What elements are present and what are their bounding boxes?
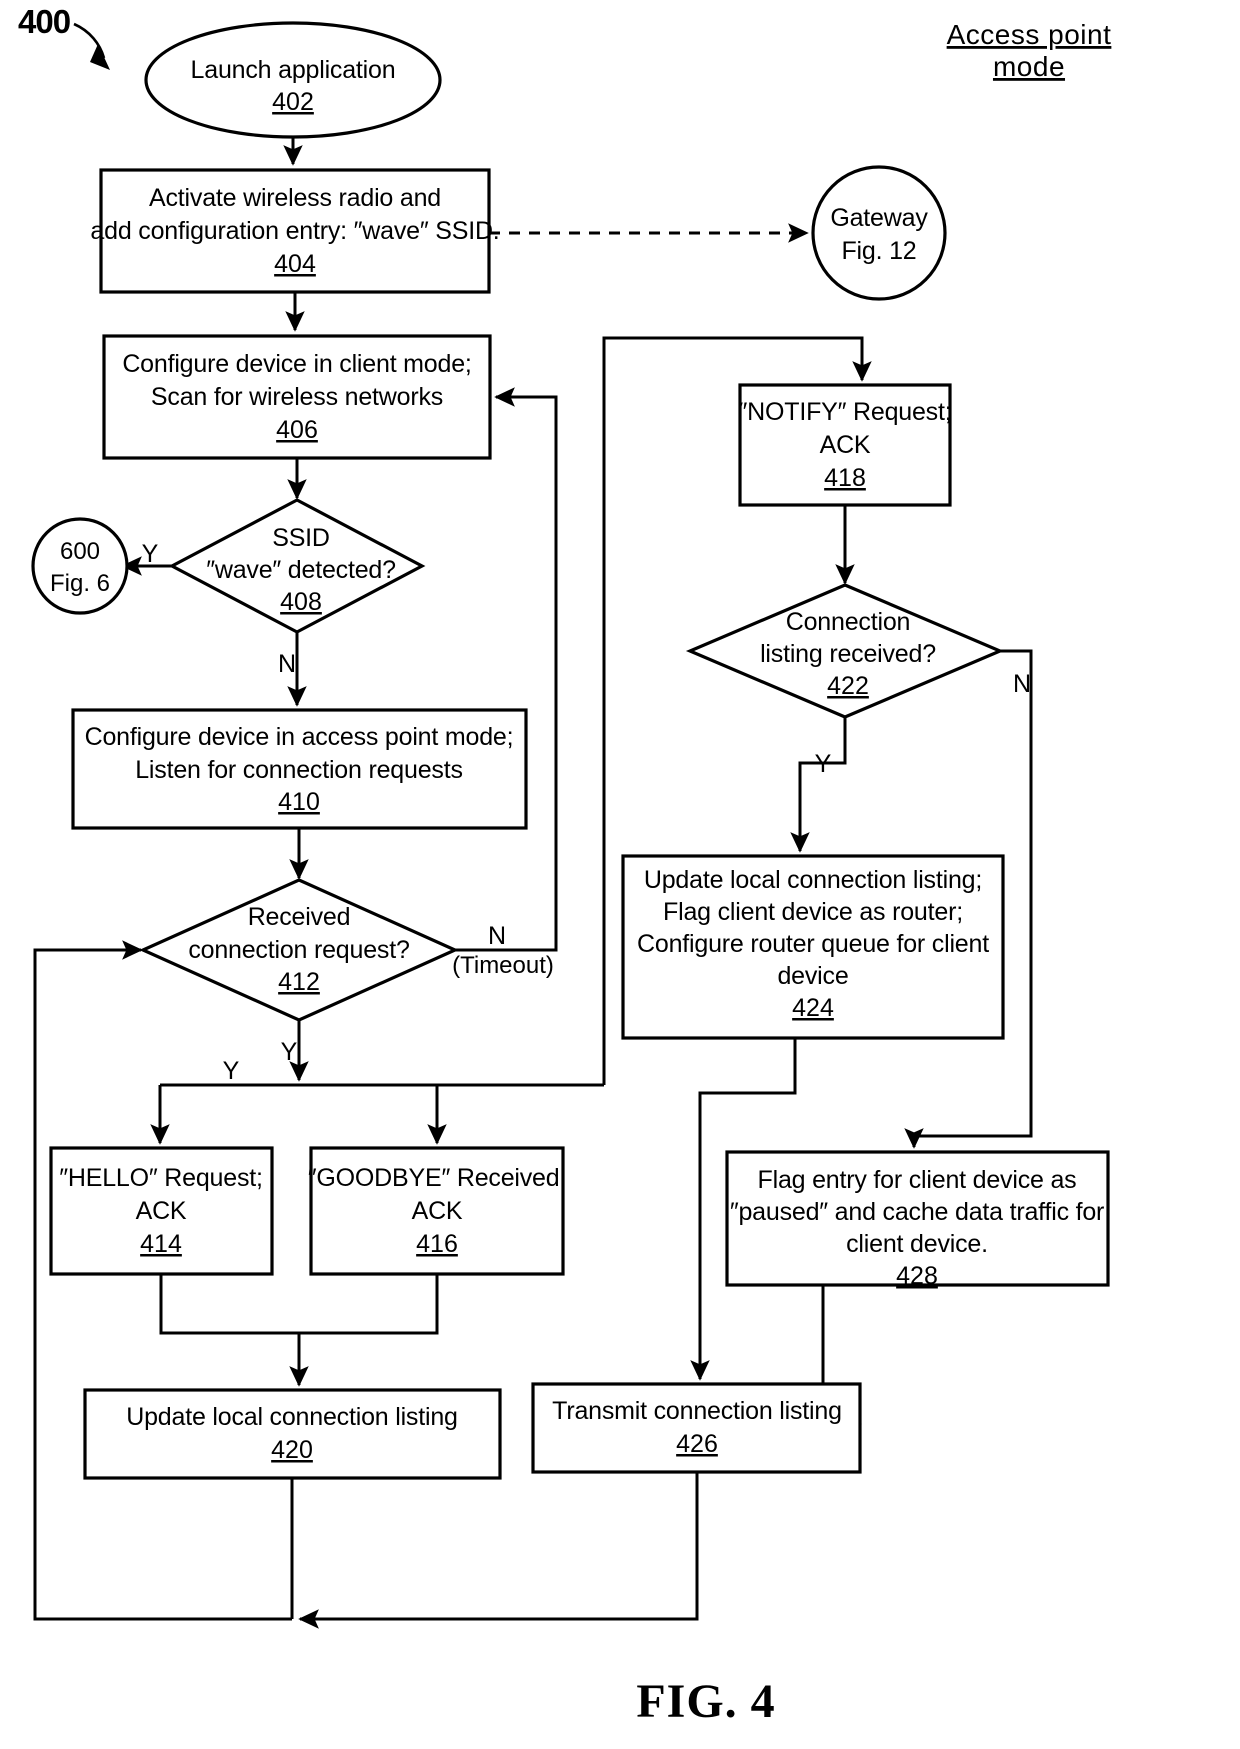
figure-caption: FIG. 4 — [636, 1675, 775, 1728]
connector-gateway-fig12 — [811, 165, 947, 301]
edge-label-412-no-sub: (Timeout) — [452, 952, 554, 979]
edge-426-to-bottom-bus — [298, 1472, 699, 1629]
node-412-ref: 412 — [278, 968, 320, 996]
node-424-line-0: Update local connection listing; — [644, 866, 982, 894]
connector-gateway-line-1: Fig. 12 — [841, 237, 916, 265]
node-428-line-1: ″paused″ and cache data traffic for — [730, 1198, 1104, 1226]
node-422-ref: 422 — [827, 672, 869, 700]
node-418-line-0: ″NOTIFY″ Request; — [739, 398, 952, 426]
node-424-line-1: Flag client device as router; — [663, 898, 963, 926]
node-428-ref: 428 — [896, 1262, 938, 1290]
node-420-line-0: Update local connection listing — [126, 1403, 458, 1431]
edge-412-no-timeout-to-406 — [455, 387, 558, 952]
edge-label-408-no: N — [278, 650, 296, 678]
node-424-line-2: Configure router queue for client — [637, 930, 989, 958]
node-404-ref: 404 — [274, 250, 316, 278]
edge-bottom-loop-to-412 — [33, 940, 292, 1621]
edge-label-422-yes: Y — [815, 750, 832, 778]
node-404-line-1: add configuration entry: ″wave″ SSID. — [90, 217, 499, 245]
mode-title-line2: mode — [993, 51, 1065, 82]
node-412-line-0: Received — [248, 903, 351, 931]
edge-label-422-no: N — [1013, 670, 1031, 698]
edge-label-412-no: N — [488, 922, 506, 950]
connector-600-line-0: 600 — [60, 538, 100, 565]
node-428-line-0: Flag entry for client device as — [758, 1166, 1077, 1194]
edge-label-408-yes: Y — [142, 540, 159, 568]
node-426-line-0: Transmit connection listing — [552, 1397, 842, 1425]
connector-gateway-line-0: Gateway — [830, 204, 928, 232]
edge-414-416-merge — [159, 1274, 439, 1335]
edge-422-yes-to-424 — [790, 717, 847, 853]
node-406-line-1: Scan for wireless networks — [151, 383, 443, 411]
node-416-line-1: ACK — [412, 1197, 463, 1225]
connector-600-line-1: Fig. 6 — [50, 570, 110, 597]
node-406-ref: 406 — [276, 416, 318, 444]
node-410-line-0: Configure device in access point mode; — [85, 723, 514, 751]
node-408-line-0: SSID — [272, 524, 330, 552]
node-402-ref: 402 — [272, 88, 314, 116]
node-420-ref: 420 — [271, 1436, 313, 1464]
node-428-line-2: client device. — [846, 1230, 988, 1258]
node-418-line-1: ACK — [820, 431, 871, 459]
node-424-line-3: device — [777, 962, 848, 990]
mode-title-line1: Access point — [947, 19, 1112, 50]
node-404-line-0: Activate wireless radio and — [149, 184, 441, 212]
node-422-line-0: Connection — [786, 608, 910, 636]
node-416-ref: 416 — [416, 1230, 458, 1258]
node-408-line-1: ″wave″ detected? — [206, 556, 396, 584]
figure-number-label: 400 — [18, 3, 70, 40]
node-412-line-1: connection request? — [188, 936, 409, 964]
node-426-ref: 426 — [676, 1430, 718, 1458]
node-414-ref: 414 — [140, 1230, 182, 1258]
node-402-line-0: Launch application — [191, 56, 396, 84]
node-410-ref: 410 — [278, 788, 320, 816]
node-406-line-0: Configure device in client mode; — [122, 350, 471, 378]
connector-600-fig6 — [31, 517, 129, 615]
node-410-line-1: Listen for connection requests — [135, 756, 463, 784]
node-424-ref: 424 — [792, 994, 834, 1022]
node-422-line-1: listing received? — [760, 640, 936, 668]
edge-label-412-yes: Y — [281, 1038, 298, 1066]
node-414-line-0: ″HELLO″ Request; — [59, 1164, 263, 1192]
node-408-ref: 408 — [280, 588, 322, 616]
node-418-ref: 418 — [824, 464, 866, 492]
node-416-line-0: ″GOODBYE″ Received; — [308, 1164, 566, 1192]
patent-figure-sheet: 400 Access point mode Launch application… — [0, 0, 1240, 1749]
flowchart-svg: 400 Access point mode Launch application… — [18, 3, 1112, 1728]
edge-label-412-bus-yes: Y — [223, 1057, 240, 1085]
node-414-line-1: ACK — [136, 1197, 187, 1225]
